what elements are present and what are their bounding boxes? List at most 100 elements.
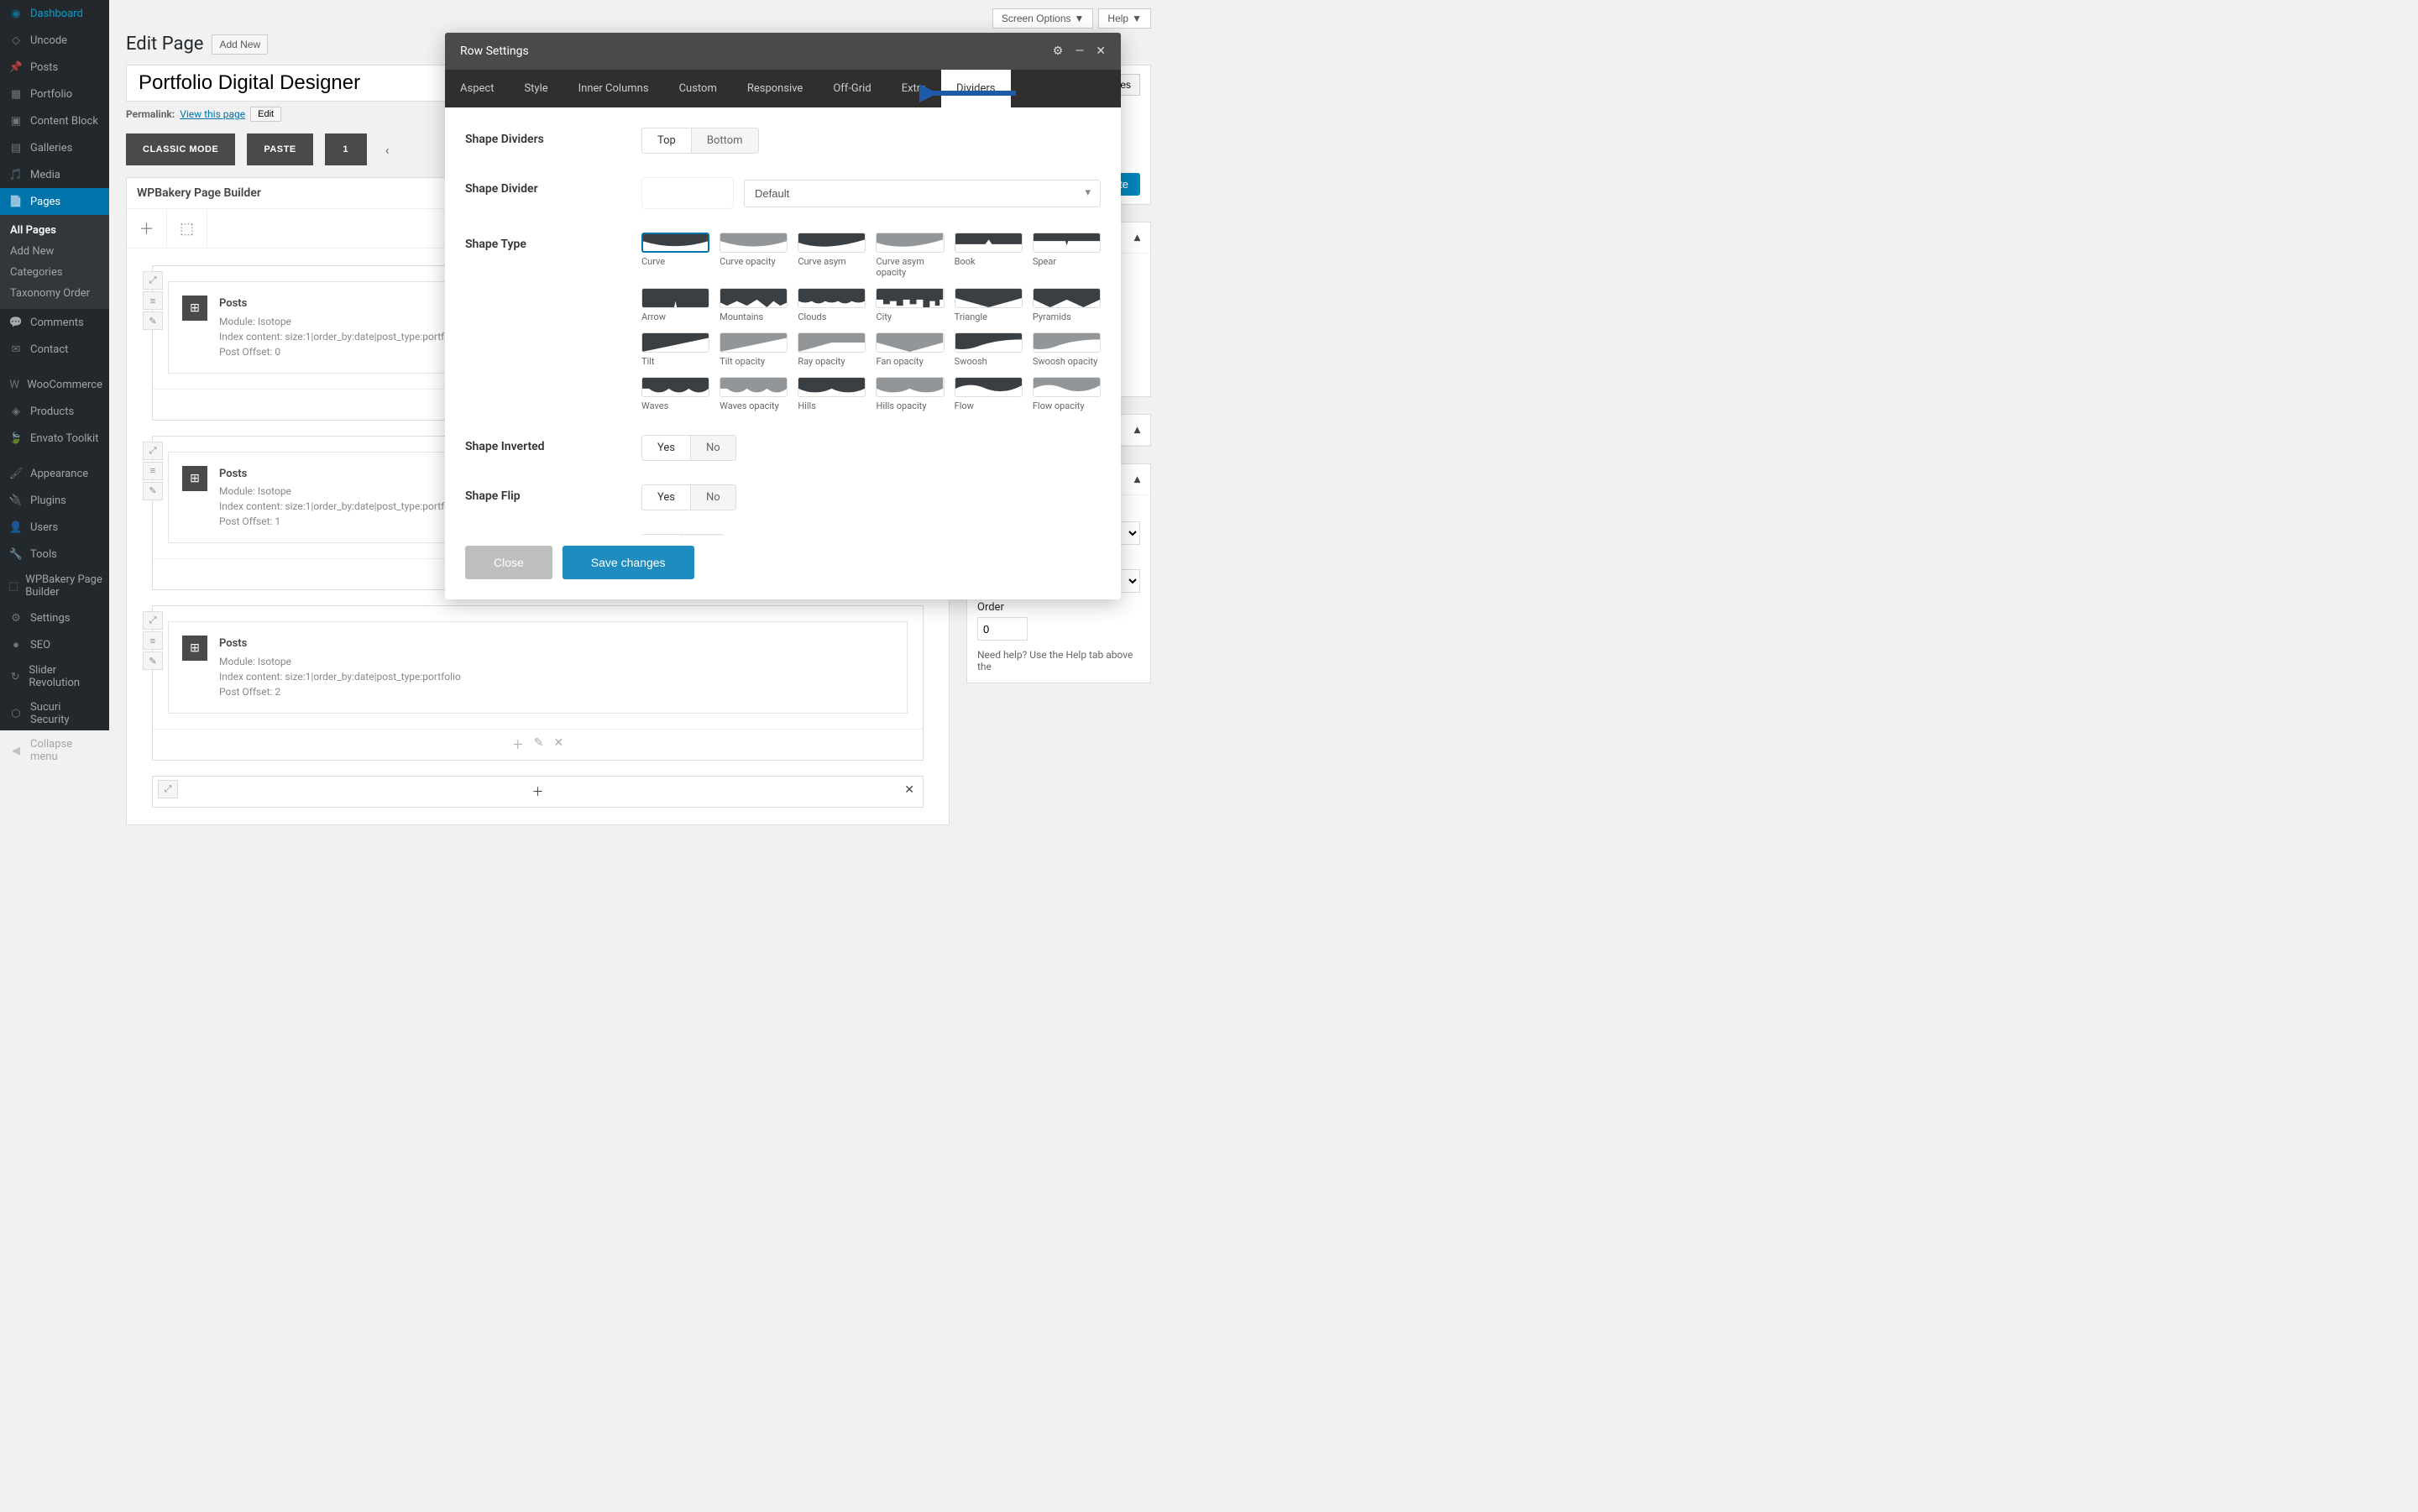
sidebar-item-galleries[interactable]: ▤Galleries: [0, 134, 109, 161]
height-px[interactable]: px: [681, 535, 724, 536]
shape-option-city[interactable]: City: [876, 288, 944, 322]
flip-no[interactable]: No: [690, 485, 735, 510]
modal-close-icon[interactable]: ✕: [1096, 44, 1106, 58]
row-layout-button[interactable]: ≡: [143, 462, 163, 480]
row-edit-button[interactable]: ✎: [143, 482, 163, 500]
shape-option-flow-opacity[interactable]: Flow opacity: [1033, 377, 1101, 411]
widget-posts[interactable]: ⊞ Posts Module: Isotope Index content: s…: [169, 622, 907, 713]
sidebar-item-contentblock[interactable]: ▣Content Block: [0, 107, 109, 134]
sidebar-item-plugins[interactable]: 🔌Plugins: [0, 487, 109, 514]
sidebar-item-users[interactable]: 👤Users: [0, 514, 109, 541]
sidebar-item-uncode[interactable]: ◇Uncode: [0, 27, 109, 54]
help-button[interactable]: Help ▼: [1098, 8, 1151, 29]
shape-option-book[interactable]: Book: [955, 233, 1023, 278]
sidebar-item-collapse[interactable]: ◀Collapse menu: [0, 732, 109, 769]
tab-extra[interactable]: Extra: [887, 70, 941, 107]
sidebar-item-portfolio[interactable]: ▦Portfolio: [0, 81, 109, 107]
modal-minimize-icon[interactable]: —: [1075, 44, 1084, 58]
screen-options-button[interactable]: Screen Options ▼: [992, 8, 1094, 29]
row-delete-icon[interactable]: ✕: [554, 736, 564, 753]
shape-option-swoosh[interactable]: Swoosh: [955, 332, 1023, 367]
tab-style[interactable]: Style: [509, 70, 563, 107]
row-layout-button[interactable]: ≡: [143, 631, 163, 650]
row-move-button[interactable]: ⤢: [158, 780, 178, 798]
sidebar-item-wpb[interactable]: ⬚WPBakery Page Builder: [0, 568, 109, 604]
tab-offgrid[interactable]: Off-Grid: [818, 70, 886, 107]
permalink-view-link[interactable]: View this page: [180, 108, 245, 120]
shape-option-curve-asym[interactable]: Curve asym: [798, 233, 866, 278]
shape-option-curve-opacity[interactable]: Curve opacity: [720, 233, 788, 278]
metabox-toggle-icon[interactable]: ▴: [1134, 423, 1140, 437]
sidebar-item-slider[interactable]: ↻Slider Revolution: [0, 658, 109, 695]
sidebar-item-seo[interactable]: ●SEO: [0, 631, 109, 658]
sidebar-item-sucuri[interactable]: ⬡Sucuri Security: [0, 695, 109, 732]
top-toggle[interactable]: Top: [642, 128, 691, 153]
shape-option-pyramids[interactable]: Pyramids: [1033, 288, 1101, 322]
bottom-toggle[interactable]: Bottom: [691, 128, 758, 153]
count-button[interactable]: 1: [325, 133, 367, 165]
shape-option-waves[interactable]: Waves: [641, 377, 709, 411]
tab-dividers[interactable]: Dividers: [941, 70, 1011, 107]
shape-option-swoosh-opacity[interactable]: Swoosh opacity: [1033, 332, 1101, 367]
shape-option-waves-opacity[interactable]: Waves opacity: [720, 377, 788, 411]
shape-option-triangle[interactable]: Triangle: [955, 288, 1023, 322]
sidebar-item-envato[interactable]: 🍃Envato Toolkit: [0, 425, 109, 452]
shape-option-tilt[interactable]: Tilt: [641, 332, 709, 367]
inverted-no[interactable]: No: [690, 436, 735, 460]
order-input[interactable]: [977, 617, 1028, 641]
flip-yes[interactable]: Yes: [642, 485, 690, 510]
row-edit-button[interactable]: ✎: [143, 651, 163, 670]
row-move-button[interactable]: ⤢: [143, 611, 163, 630]
modal-save-button[interactable]: Save changes: [563, 546, 694, 579]
add-new-button[interactable]: Add New: [212, 34, 268, 55]
shape-option-tilt-opacity[interactable]: Tilt opacity: [720, 332, 788, 367]
sidebar-item-appearance[interactable]: 🖌Appearance: [0, 460, 109, 487]
modal-close-button[interactable]: Close: [465, 546, 552, 579]
sidebar-item-comments[interactable]: 💬Comments: [0, 309, 109, 336]
row-edit-button[interactable]: ✎: [143, 311, 163, 330]
shape-option-fan-opacity[interactable]: Fan opacity: [876, 332, 944, 367]
permalink-edit-button[interactable]: Edit: [250, 107, 281, 122]
row-delete-icon[interactable]: ✕: [904, 783, 914, 797]
row-move-button[interactable]: ⤢: [143, 271, 163, 290]
sidebar-item-dashboard[interactable]: ◉Dashboard: [0, 0, 109, 27]
row-edit-icon[interactable]: ✎: [534, 736, 544, 753]
sidebar-item-contact[interactable]: ✉Contact: [0, 336, 109, 363]
tab-custom[interactable]: Custom: [664, 70, 732, 107]
sidebar-sub-allpages[interactable]: All Pages: [0, 220, 109, 241]
sidebar-item-posts[interactable]: 📌Posts: [0, 54, 109, 81]
classic-mode-button[interactable]: CLASSIC MODE: [126, 133, 235, 165]
height-pct[interactable]: %: [642, 535, 681, 536]
sidebar-item-woocommerce[interactable]: WWooCommerce: [0, 371, 109, 398]
collapse-arrow-icon[interactable]: ‹: [379, 135, 396, 165]
sidebar-item-pages[interactable]: 📄Pages: [0, 188, 109, 215]
sidebar-sub-categories[interactable]: Categories: [0, 262, 109, 283]
metabox-toggle-icon[interactable]: ▴: [1134, 231, 1140, 244]
shape-option-mountains[interactable]: Mountains: [720, 288, 788, 322]
add-row-icon[interactable]: ＋: [532, 783, 544, 800]
row-layout-button[interactable]: ≡: [143, 291, 163, 310]
inverted-yes[interactable]: Yes: [642, 436, 690, 460]
tab-aspect[interactable]: Aspect: [445, 70, 509, 107]
metabox-toggle-icon[interactable]: ▴: [1134, 473, 1140, 486]
sidebar-item-settings[interactable]: ⚙Settings: [0, 604, 109, 631]
shape-option-hills[interactable]: Hills: [798, 377, 866, 411]
template-button[interactable]: ⬚: [167, 209, 207, 248]
add-element-button[interactable]: ＋: [127, 209, 167, 248]
row-move-button[interactable]: ⤢: [143, 442, 163, 460]
shape-option-spear[interactable]: Spear: [1033, 233, 1101, 278]
shape-option-arrow[interactable]: Arrow: [641, 288, 709, 322]
shape-option-curve[interactable]: Curve: [641, 233, 709, 278]
modal-settings-icon[interactable]: ⚙: [1053, 44, 1064, 58]
tab-responsive[interactable]: Responsive: [732, 70, 819, 107]
shape-option-ray-opacity[interactable]: Ray opacity: [798, 332, 866, 367]
sidebar-item-tools[interactable]: 🔧Tools: [0, 541, 109, 568]
paste-button[interactable]: PASTE: [247, 133, 312, 165]
shape-option-curve-asym-opacity[interactable]: Curve asym opacity: [876, 233, 944, 278]
sidebar-item-products[interactable]: ◈Products: [0, 398, 109, 425]
sidebar-sub-taxonomy[interactable]: Taxonomy Order: [0, 283, 109, 304]
tab-inner-columns[interactable]: Inner Columns: [563, 70, 664, 107]
row-add-icon[interactable]: ＋: [512, 736, 524, 753]
shape-divider-select[interactable]: Default: [744, 180, 1101, 207]
sidebar-item-media[interactable]: 🎵Media: [0, 161, 109, 188]
